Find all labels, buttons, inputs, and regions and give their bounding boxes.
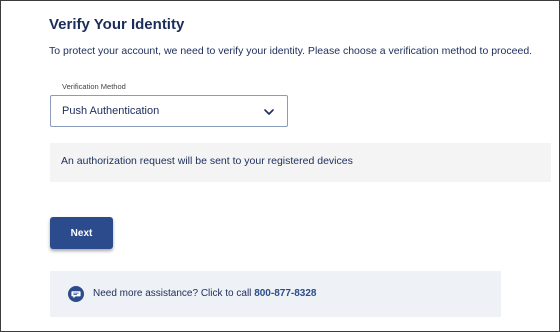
intro-text: To protect your account, we need to veri… — [49, 45, 533, 57]
info-panel: An authorization request will be sent to… — [50, 143, 551, 182]
chat-bubble-icon — [68, 286, 84, 302]
call-phone-link[interactable]: 800-877-8328 — [254, 288, 316, 299]
next-button[interactable]: Next — [50, 217, 113, 249]
assistance-text: Need more assistance? Click to call 800-… — [93, 288, 316, 299]
page-title: Verify Your Identity — [49, 16, 185, 33]
info-message: An authorization request will be sent to… — [61, 155, 353, 167]
assistance-prompt: Need more assistance? Click to call — [93, 288, 255, 299]
chevron-down-icon — [264, 109, 274, 115]
verification-method-select[interactable]: Push Authentication — [50, 95, 288, 127]
assistance-panel: Need more assistance? Click to call 800-… — [50, 271, 501, 317]
verification-method-label: Verification Method — [62, 82, 126, 91]
verification-page: Verify Your Identity To protect your acc… — [0, 0, 560, 332]
selected-method-value: Push Authentication — [62, 105, 160, 117]
